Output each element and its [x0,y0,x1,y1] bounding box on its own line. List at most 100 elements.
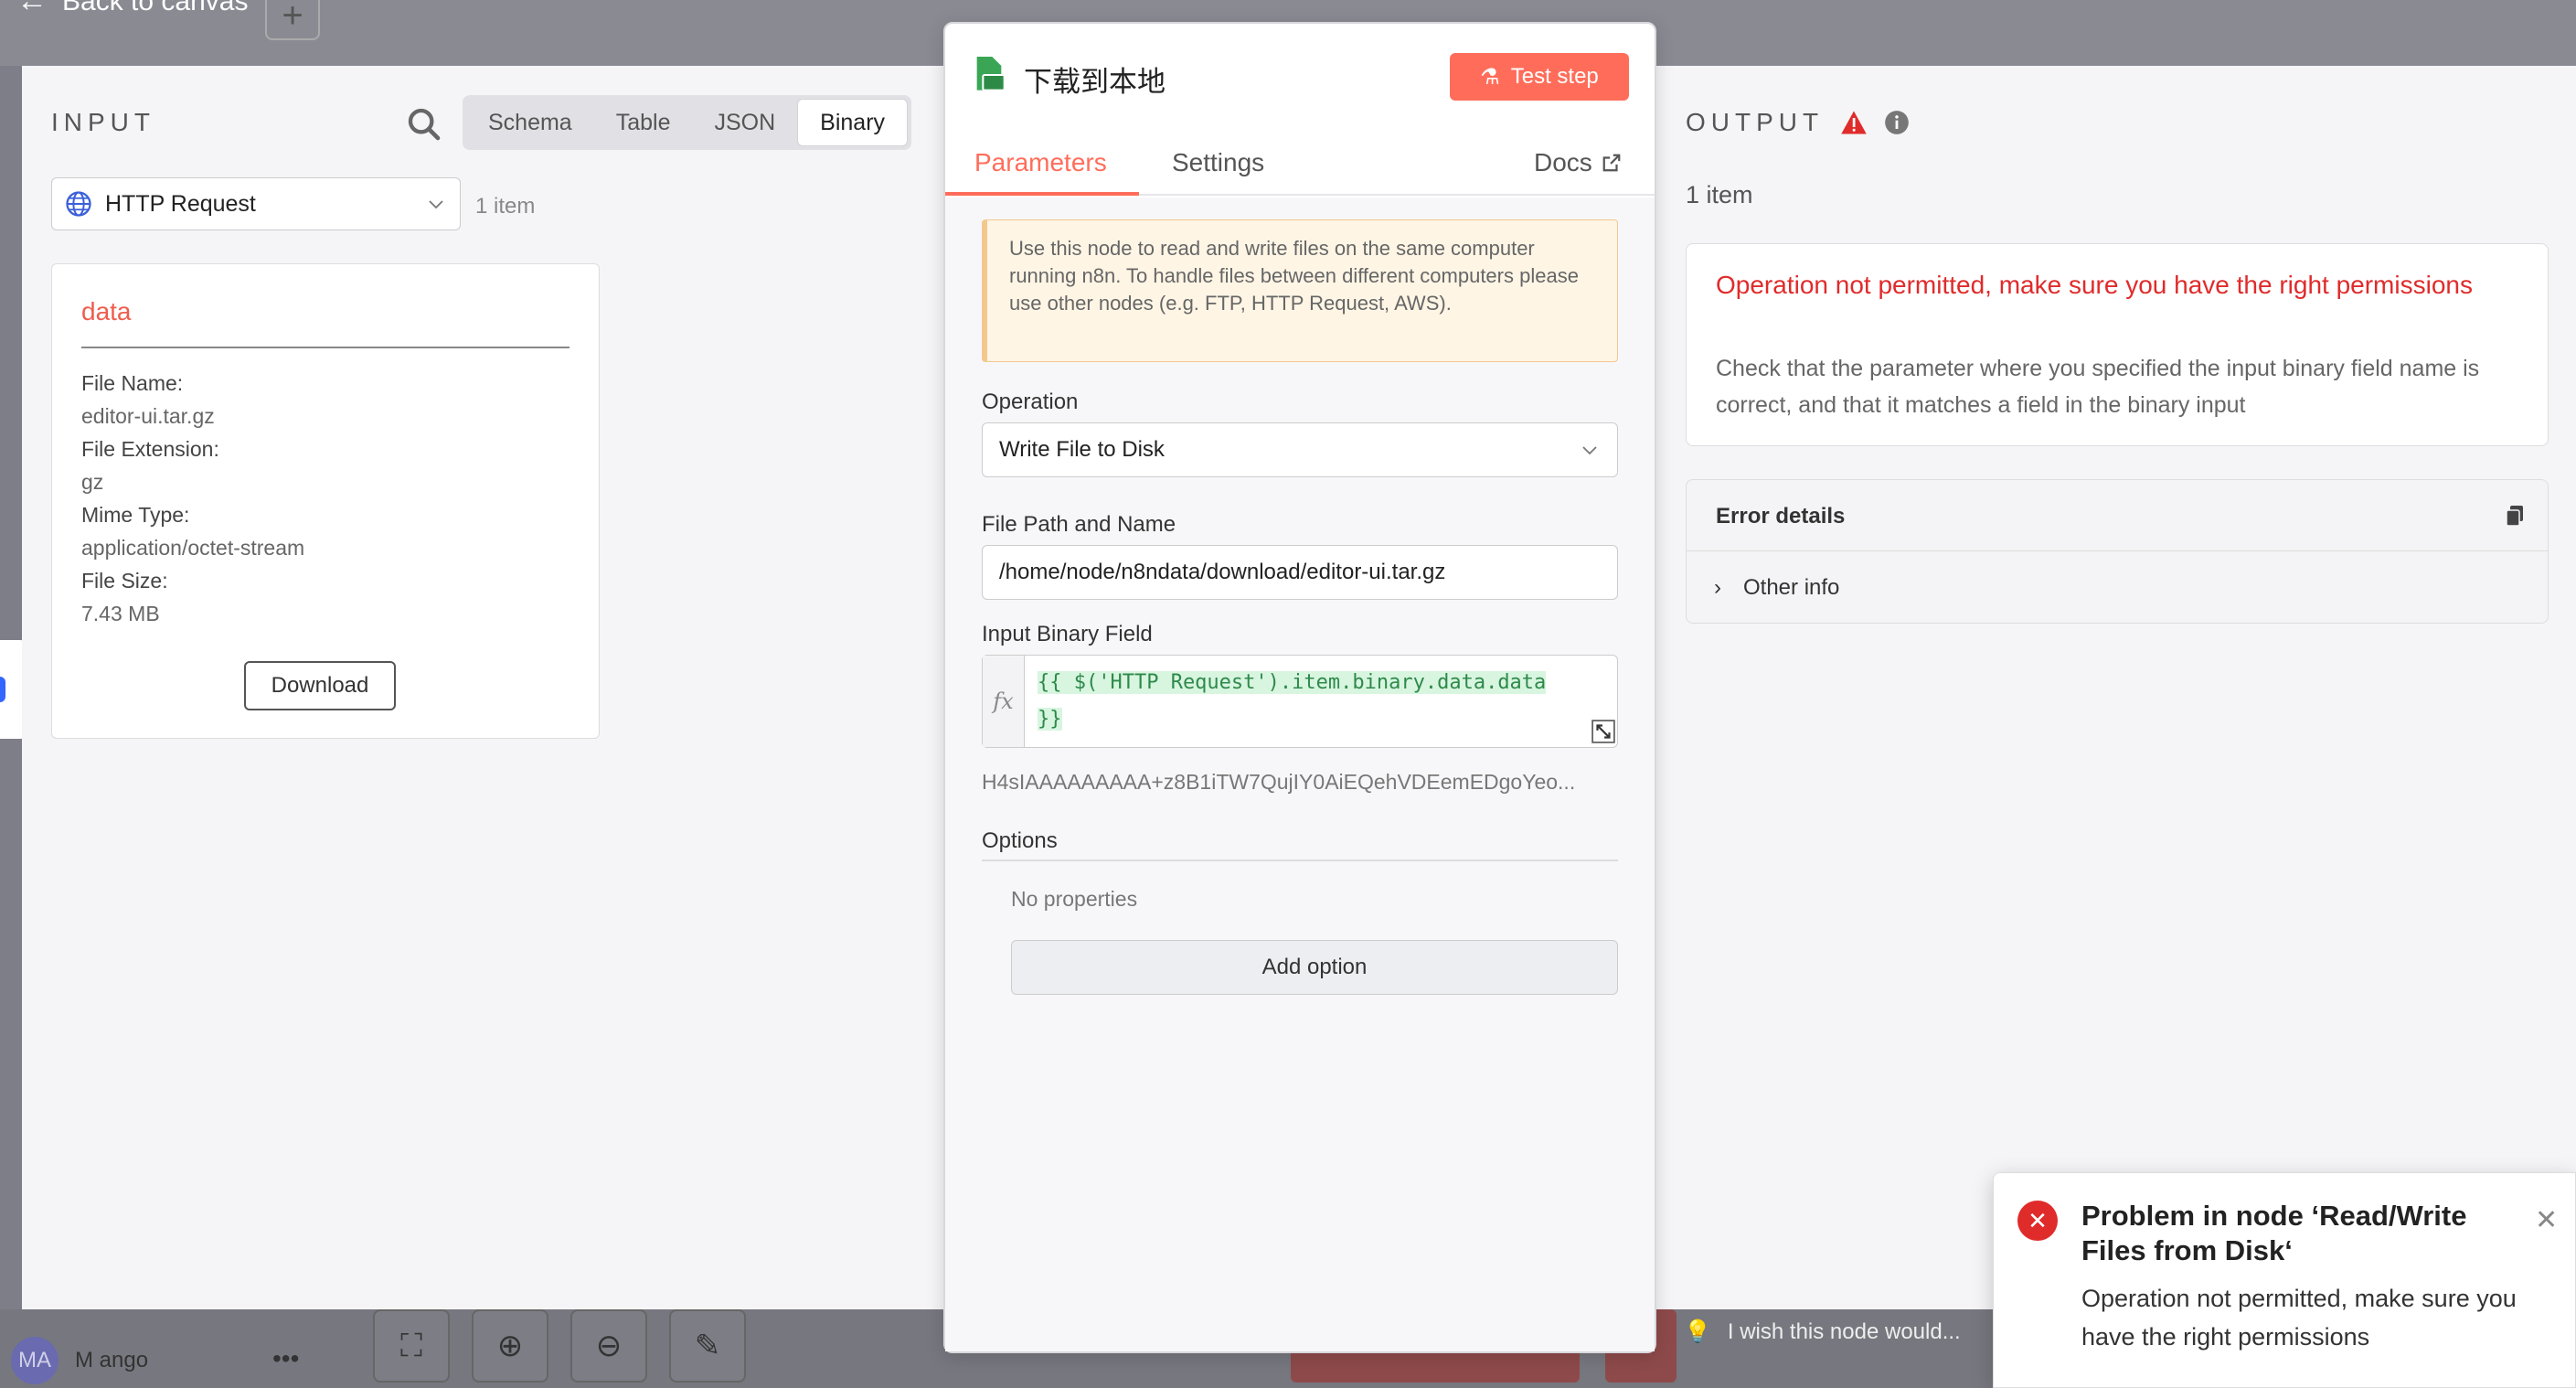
expression-line: }} [1038,708,1062,731]
search-icon[interactable] [406,106,442,143]
tab-table[interactable]: Table [594,99,693,146]
download-button[interactable]: Download [244,661,396,710]
add-node-button[interactable]: + [265,0,320,40]
operation-value: Write File to Disk [999,437,1165,462]
fit-view-button[interactable]: ⛶ [373,1309,450,1383]
expression-result-preview: H4sIAAAAAAAAA+z8B1iTW7QujIY0AiEQehVDEemE… [982,770,1576,794]
binary-data-title: data [81,297,132,326]
output-header: OUTPUT [1686,108,1910,137]
error-title: Operation not permitted, make sure you h… [1716,271,2473,299]
binary-data-card: data File Name: editor-ui.tar.gz File Ex… [51,263,600,739]
globe-icon [66,191,91,217]
meta-value: application/octet-stream [81,536,305,560]
avatar: MA [11,1337,59,1384]
operation-label: Operation [982,390,1079,414]
no-properties-text: No properties [1011,887,1138,911]
zoom-out-button[interactable]: ⊖ [570,1309,647,1383]
broom-icon: ✎ [694,1329,721,1363]
close-icon[interactable]: ✕ [2535,1204,2558,1236]
meta-key: File Size: [81,569,168,593]
error-icon: ✕ [2017,1201,2058,1241]
display-mode-tabs: Schema Table JSON Binary [463,95,912,150]
input-node-select[interactable]: HTTP Request [51,177,461,230]
divider [982,859,1618,861]
user-name: M ango [75,1348,149,1372]
chevron-right-icon: › [1714,575,1721,600]
zoom-out-icon: ⊖ [595,1329,623,1363]
meta-value: 7.43 MB [81,602,160,625]
input-title: INPUT [51,108,155,136]
input-binary-field-label: Input Binary Field [982,622,1153,646]
file-icon [976,57,1006,91]
meta-key: File Extension: [81,437,219,461]
back-to-canvas-link[interactable]: ← Back to canvas [16,0,248,19]
error-details-card: Error details › Other info [1686,479,2549,624]
meta-key: Mime Type: [81,503,190,527]
error-details-header: Error details [1687,480,2548,551]
expression-line: {{ $('HTTP Request').item.binary.data.da… [1038,671,1547,694]
warning-icon [1841,111,1867,134]
binary-metadata: File Name: editor-ui.tar.gz File Extensi… [81,367,304,630]
output-item-count: 1 item [1686,181,1753,208]
add-option-button[interactable]: Add option [1011,940,1618,995]
other-info-toggle[interactable]: › Other info [1714,575,1839,601]
tidy-up-button[interactable]: ✎ [669,1309,746,1383]
test-step-label: Test step [1510,64,1599,89]
feedback-text: I wish this node would... [1727,1319,1961,1344]
feedback-link[interactable]: 💡 I wish this node would... [1684,1319,1961,1345]
options-label: Options [982,828,1058,853]
error-toast: ✕ Problem in node ‘Read/Write Files from… [1993,1172,2576,1388]
input-item-count: 1 item [475,194,536,219]
external-link-icon [1602,154,1621,172]
tab-parameters[interactable]: Parameters [974,148,1107,177]
toast-message: Operation not permitted, make sure you h… [2081,1285,2517,1351]
plus-icon: + [282,0,303,36]
active-tab-indicator [945,192,1139,196]
info-notice: Use this node to read and write files on… [982,219,1618,362]
meta-key: File Name: [81,371,184,395]
tab-schema[interactable]: Schema [466,99,594,146]
zoom-in-button[interactable]: ⊕ [472,1309,548,1383]
copy-icon[interactable] [2504,504,2526,528]
test-step-button[interactable]: ⚗ Test step [1450,53,1629,101]
arrow-left-icon: ← [16,0,48,18]
docs-link[interactable]: Docs [1534,148,1622,177]
binary-field-expression-editor[interactable]: fx {{ $('HTTP Request').item.binary.data… [982,655,1618,748]
expand-icon[interactable] [1591,720,1615,743]
output-title: OUTPUT [1686,108,1825,136]
tab-settings[interactable]: Settings [1172,148,1264,177]
expression-text[interactable]: {{ $('HTTP Request').item.binary.data.da… [1038,665,1604,738]
input-panel: INPUT Schema Table JSON Binary HTTP Requ… [22,66,945,1309]
node-title[interactable]: 下载到本地 [1024,59,1166,100]
divider [81,347,569,348]
file-path-input[interactable]: /home/node/n8ndata/download/editor-ui.ta… [982,545,1618,600]
file-path-label: File Path and Name [982,512,1176,537]
lightbulb-icon: 💡 [1684,1319,1711,1344]
chevron-down-icon [1582,446,1597,455]
docs-label: Docs [1534,148,1592,176]
meta-value: editor-ui.tar.gz [81,404,215,428]
other-info-label: Other info [1743,575,1840,600]
error-description: Check that the parameter where you speci… [1716,356,2480,418]
user-menu[interactable]: MA M ango [11,1337,148,1384]
error-details-title: Error details [1716,504,1846,529]
more-options-icon[interactable]: ••• [272,1344,299,1373]
node-tabs: Parameters Settings Docs [945,126,1655,196]
parameters-body: Use this node to read and write files on… [945,198,1655,1351]
error-message-card: Operation not permitted, make sure you h… [1686,243,2549,446]
input-node-name: HTTP Request [105,190,256,217]
toast-title: Problem in node ‘Read/Write Files from D… [2081,1200,2467,1266]
operation-select[interactable]: Write File to Disk [982,422,1618,477]
chevron-down-icon [429,200,443,209]
fx-icon: fx [983,656,1025,747]
flask-icon: ⚗ [1480,64,1500,90]
fullscreen-icon: ⛶ [400,1328,422,1363]
back-label: Back to canvas [62,0,249,16]
output-panel: OUTPUT 1 item Operation not permitted, m… [1655,66,2576,1309]
info-icon[interactable] [1884,110,1910,135]
tab-json[interactable]: JSON [692,99,797,146]
zoom-in-icon: ⊕ [496,1329,524,1363]
tab-binary[interactable]: Binary [797,99,909,146]
meta-value: gz [81,470,104,494]
node-parameters-panel: 下载到本地 ⚗ Test step Parameters Settings Do… [943,22,1656,1353]
